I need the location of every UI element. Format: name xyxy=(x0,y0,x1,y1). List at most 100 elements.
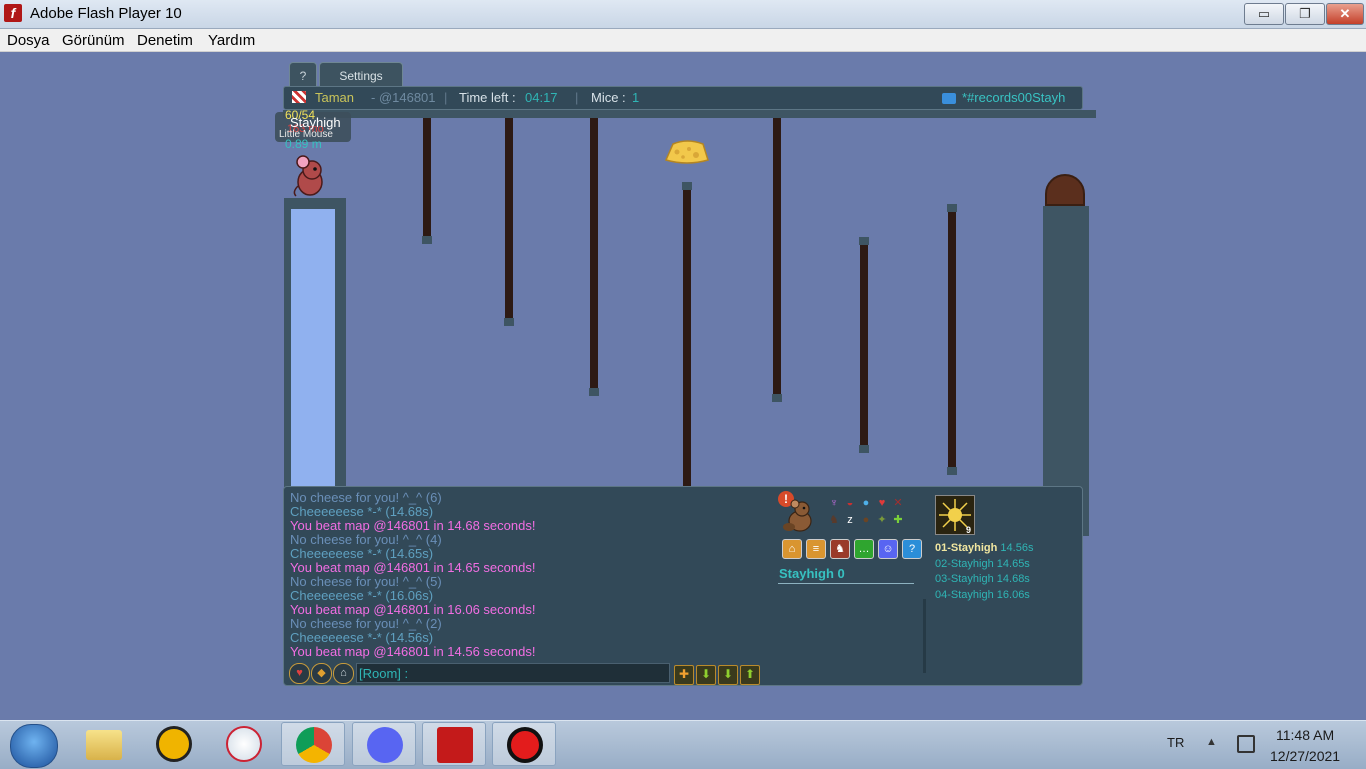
map-code: - @146801 xyxy=(371,90,436,105)
player-name: Stayhigh 0 xyxy=(779,566,845,581)
chat-message: No cheese for you! ^_^ (6) xyxy=(290,490,442,505)
menu-denetim[interactable]: Denetim xyxy=(137,32,193,49)
player-distance: 0.89 m xyxy=(285,137,322,151)
mouse-hole xyxy=(1045,174,1085,206)
taskbar-snipping-tool[interactable] xyxy=(212,722,276,766)
ranking-name: 01-Stayhigh xyxy=(935,542,998,554)
chat-bubble-button[interactable]: … xyxy=(854,539,874,559)
ranking-time: 14.68s xyxy=(996,573,1030,585)
taskbar-flash-player[interactable] xyxy=(422,722,486,766)
home-button[interactable]: ⌂ xyxy=(782,539,802,559)
map-pillar xyxy=(773,118,781,394)
shield-icon[interactable]: ◆ xyxy=(311,663,332,684)
aimp-icon xyxy=(156,726,192,762)
panel-divider xyxy=(923,599,926,673)
plus-icon[interactable]: ✚ xyxy=(892,514,904,526)
close-button[interactable]: ✕ xyxy=(1326,3,1364,25)
ranking-row: 02-Stayhigh 14.65s xyxy=(935,557,1033,573)
discord-icon xyxy=(367,727,403,763)
chrome-icon xyxy=(296,727,332,763)
sleep-icon[interactable]: z xyxy=(844,514,856,526)
game-info-bar: Taman - @146801 | Time left : 04:17 | Mi… xyxy=(283,86,1083,110)
flash-player-icon xyxy=(437,727,473,763)
menu-gorunum[interactable]: Görünüm xyxy=(62,32,125,49)
ranking-time: 14.56s xyxy=(1000,542,1034,554)
pillar-cap xyxy=(772,394,782,402)
taskbar-file-explorer[interactable] xyxy=(72,722,136,766)
plus-button[interactable]: ✚ xyxy=(674,665,694,685)
chat-message: Cheeeeeese *-* (14.56s) xyxy=(290,630,434,645)
chat-message: Cheeeeeese *-* (14.65s) xyxy=(290,546,434,561)
chat-message: No cheese for you! ^_^ (4) xyxy=(290,532,442,547)
wand-icon[interactable]: ✦ xyxy=(876,514,888,526)
heart-icon[interactable]: ♥ xyxy=(289,663,310,684)
help-tab[interactable]: ? xyxy=(289,62,317,87)
ranking-name: 02-Stayhigh xyxy=(935,557,994,570)
menu-yardim[interactable]: Yardım xyxy=(208,32,255,49)
flash-player-icon: f xyxy=(4,4,22,22)
pillar-cap xyxy=(682,182,692,190)
clock-date[interactable]: 12/27/2021 xyxy=(1270,748,1340,764)
shop-button[interactable]: ♞ xyxy=(830,539,850,559)
ranking-row: 01-Stayhigh 14.56s xyxy=(935,541,1033,557)
menu-bar: Dosya Görünüm Denetim Yardım xyxy=(0,29,1366,52)
chat-message: No cheese for you! ^_^ (2) xyxy=(290,616,442,631)
room-name: *#records00Stayh xyxy=(962,90,1066,105)
pillar-cap xyxy=(504,318,514,326)
ranking-name: 04-Stayhigh xyxy=(935,588,994,601)
arrow-down-icon[interactable]: ⬇ xyxy=(718,665,738,685)
map-pillar xyxy=(860,245,868,445)
chat-message: You beat map @146801 in 16.06 seconds! xyxy=(290,602,536,617)
ranking-row: 04-Stayhigh 16.06s xyxy=(935,588,1033,604)
dress-icon[interactable]: ♆ xyxy=(828,497,840,509)
network-icon[interactable] xyxy=(1237,735,1255,753)
pillar-cap xyxy=(589,388,599,396)
discord-button[interactable]: ☺ xyxy=(878,539,898,559)
separator: | xyxy=(575,90,579,105)
player-mouse xyxy=(293,155,323,197)
help-button[interactable]: ? xyxy=(902,539,922,559)
chat-input[interactable]: [Room] : xyxy=(356,663,670,683)
fur-icon[interactable]: ● xyxy=(860,514,872,526)
cross-icon[interactable]: ✕ xyxy=(892,497,904,509)
taskbar-aimp[interactable] xyxy=(142,722,206,766)
map-pillar xyxy=(590,118,598,388)
chat-message: Cheeeeeese *-* (14.68s) xyxy=(290,504,434,519)
water-block xyxy=(291,209,335,490)
menu-dosya[interactable]: Dosya xyxy=(7,32,50,49)
tray-expand-icon[interactable]: ▲ xyxy=(1206,736,1217,748)
arrow-up-icon[interactable]: ⬆ xyxy=(740,665,760,685)
player-section: ! ♆ ◒ ● ♥ ✕ ♞ z ● ✦ ✚ ⌂ ≡ ♞ … ☺ ? Stayhi… xyxy=(778,489,922,589)
clock-time[interactable]: 11:48 AM xyxy=(1276,727,1334,743)
divider xyxy=(778,583,914,584)
mouse-icon[interactable]: ♞ xyxy=(828,514,840,526)
time-left-value: 04:17 xyxy=(525,90,558,105)
tribe-icon[interactable]: ⌂ xyxy=(333,663,354,684)
mice-count: 1 xyxy=(632,90,640,105)
ranking-time: 14.65s xyxy=(996,557,1030,570)
settings-tab[interactable]: Settings xyxy=(319,62,403,87)
snipping-tool-icon xyxy=(226,726,262,762)
pot-icon[interactable]: ◒ xyxy=(844,497,856,509)
map-pillar xyxy=(683,190,691,488)
arrow-down-icon[interactable]: ⬇ xyxy=(696,665,716,685)
minimize-button[interactable]: ▭ xyxy=(1244,3,1284,25)
map-pillar xyxy=(948,212,956,467)
player-score: 0 xyxy=(837,566,845,581)
taskbar-chrome[interactable] xyxy=(281,722,345,766)
pillar-cap xyxy=(422,236,432,244)
heart-icon[interactable]: ♥ xyxy=(876,497,888,509)
list-button[interactable]: ≡ xyxy=(806,539,826,559)
taskbar-discord[interactable] xyxy=(352,722,416,766)
water-drop-icon[interactable]: ● xyxy=(860,497,872,509)
player-nametag-name: Stayhigh xyxy=(290,115,341,130)
maximize-button[interactable]: ❐ xyxy=(1285,3,1325,25)
taskbar-recorder[interactable] xyxy=(492,722,556,766)
checkered-flag-icon xyxy=(292,91,306,103)
start-button[interactable] xyxy=(10,724,58,768)
language-indicator[interactable]: TR xyxy=(1167,735,1184,750)
chat-message: You beat map @146801 in 14.65 seconds! xyxy=(290,560,536,575)
title-bar xyxy=(0,0,1366,29)
separator: | xyxy=(444,90,448,105)
player-avatar[interactable] xyxy=(782,497,816,533)
